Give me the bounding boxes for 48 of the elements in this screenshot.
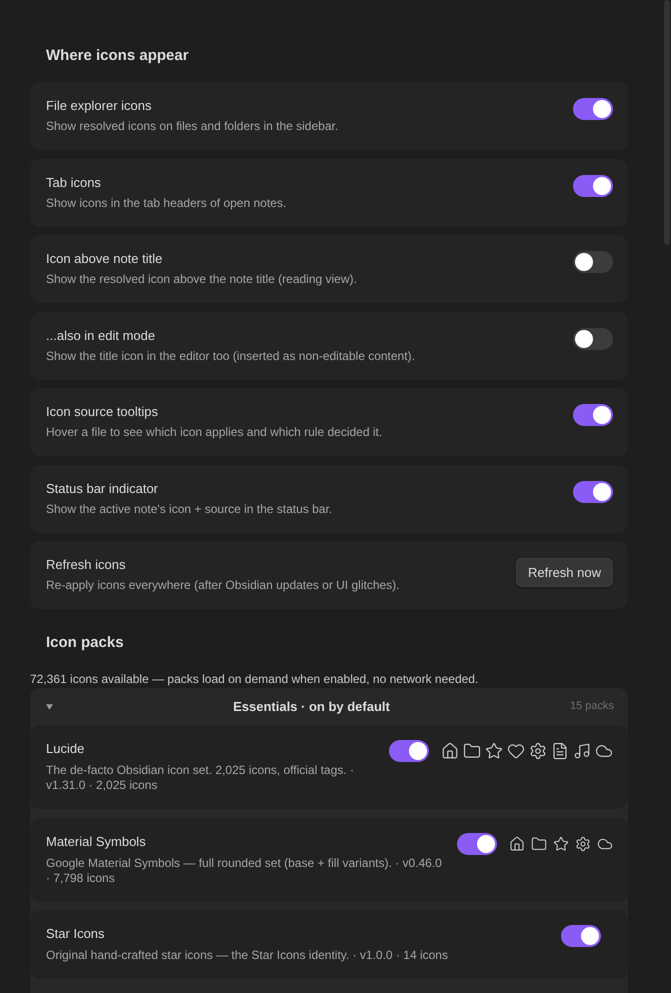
- setting-title: Status bar indicator: [46, 480, 160, 496]
- pack-group-title[interactable]: Essentials · on by default: [53, 696, 570, 716]
- setting-title: File explorer icons: [46, 98, 152, 114]
- star-icon: [485, 742, 503, 760]
- pack-description: Original hand-crafted star icons — the Star Icons identity. · v1.0.0 · 14 icons: [46, 948, 449, 963]
- heart-icon: [507, 742, 525, 760]
- toggle-switch[interactable]: [573, 404, 613, 426]
- toggle-switch[interactable]: [573, 480, 613, 502]
- setting-description: Re-apply icons everywhere (after Obsidian updates or UI glitches).: [46, 577, 400, 593]
- setting-title: Icon source tooltips: [46, 404, 160, 420]
- setting-description: Show icons in the tab headers of open notes.: [46, 194, 288, 210]
- star-icon: [553, 836, 569, 852]
- packs-summary: 72,361 icons available — packs load on demand when enabled, no network needed.: [30, 671, 480, 687]
- pack-name: Material Symbols: [46, 834, 147, 850]
- caret-down-icon[interactable]: [46, 704, 53, 710]
- pack-count: 15 packs: [570, 699, 614, 714]
- toggle-switch[interactable]: [573, 174, 613, 196]
- section-heading: Icon packs: [45, 633, 125, 653]
- pack-name: Star Icons: [46, 926, 106, 942]
- setting-title: Refresh icons: [46, 557, 126, 573]
- toggle-switch[interactable]: [573, 251, 613, 273]
- pack-description: Google Material Symbols — full rounded set (base + fill variants). · v0.46.0 · 7,798 icons: [46, 856, 443, 886]
- pack-description: The de-facto Obsidian icon set. 2,025 icons, official tags. · v1.31.0 · 2,025 icons: [46, 763, 355, 793]
- refresh-button[interactable]: Refresh now: [516, 558, 613, 587]
- document-icon: [551, 742, 569, 760]
- house-icon: [441, 742, 459, 760]
- folder-icon: [463, 742, 481, 760]
- toggle-switch[interactable]: [573, 328, 613, 350]
- setting-title: Icon above note title: [46, 251, 164, 267]
- toggle-switch[interactable]: [389, 740, 429, 762]
- section-heading: Where icons appear: [45, 46, 190, 66]
- setting-title: Tab icons: [46, 174, 102, 190]
- cloud-icon: [595, 742, 613, 760]
- music-note-icon: [573, 742, 591, 760]
- setting-description: Show resolved icons on files and folders in the sidebar.: [46, 118, 340, 134]
- toggle-switch[interactable]: [457, 832, 497, 854]
- setting-description: Show the title icon in the editor too (inserted as non-editable content).: [46, 348, 416, 364]
- setting-description: Show the active note's icon + source in the status bar.: [46, 500, 334, 516]
- house-icon: [509, 836, 525, 852]
- pack-name: Lucide: [46, 741, 86, 757]
- gear-icon: [575, 836, 591, 852]
- folder-icon: [531, 836, 547, 852]
- gear-icon: [529, 742, 547, 760]
- setting-description: Hover a file to see which icon applies and which rule decided it.: [46, 424, 384, 440]
- toggle-switch[interactable]: [573, 98, 613, 120]
- setting-description: Show the resolved icon above the note title (reading view).: [46, 271, 358, 287]
- toggle-switch[interactable]: [561, 925, 601, 947]
- setting-title: ...also in edit mode: [46, 328, 156, 344]
